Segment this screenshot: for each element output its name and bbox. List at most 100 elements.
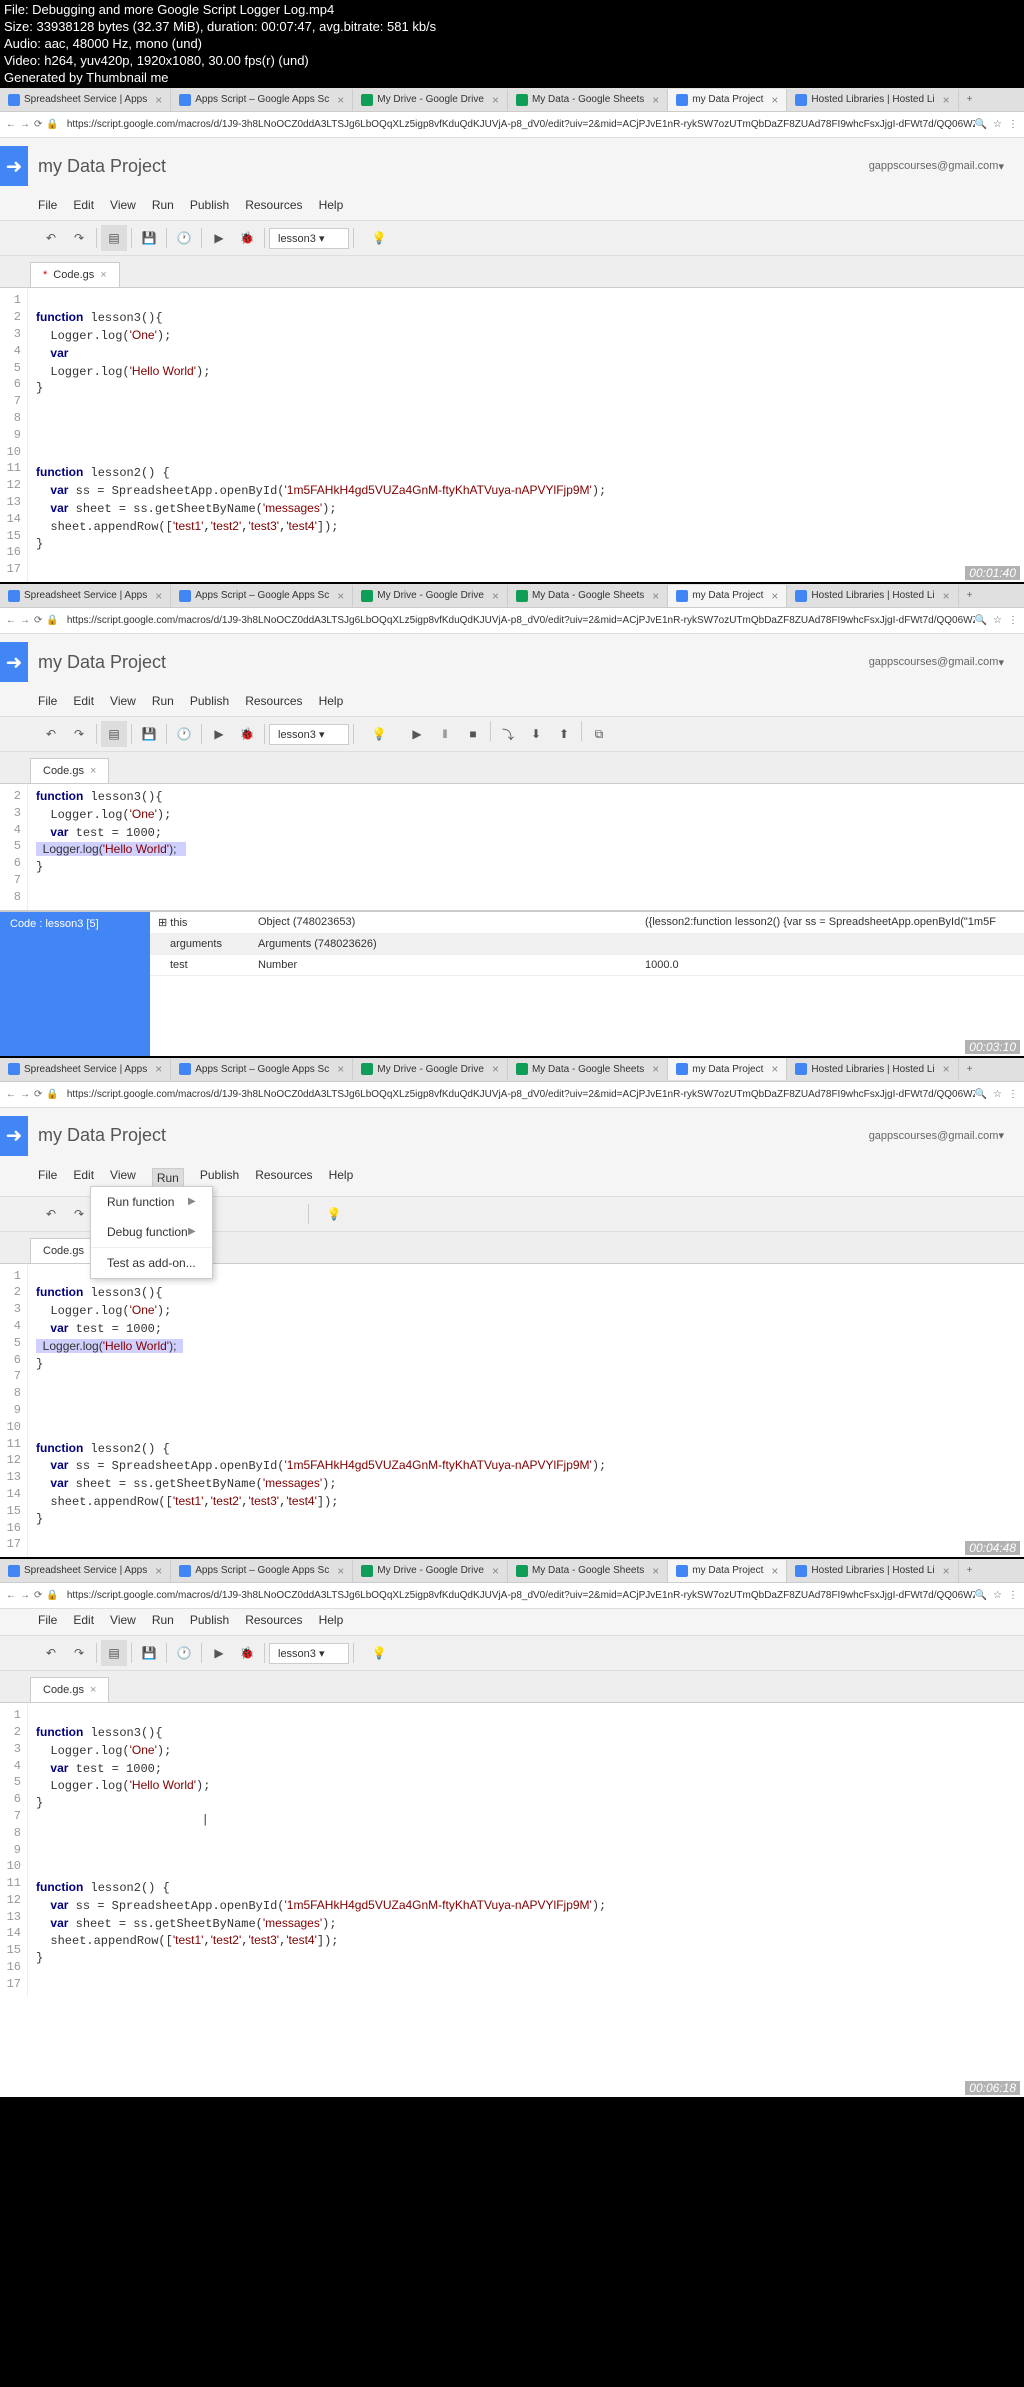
tab-project[interactable]: my Data Project× [668,1560,787,1582]
close-icon[interactable]: × [492,93,499,107]
menu-help[interactable]: Help [319,198,344,212]
menu-help[interactable]: Help [329,1168,354,1188]
account-menu[interactable]: gappscourses@gmail.com ▾ [869,1129,1004,1142]
step-out-icon[interactable]: ⬆ [551,721,577,747]
menu-help[interactable]: Help [319,1613,344,1627]
menu-view[interactable]: View [110,198,136,212]
url-input[interactable]: https://script.google.com/macros/d/1J9-3… [67,615,975,626]
new-tab-button[interactable]: + [959,94,981,105]
star-icon[interactable]: ☆ [993,119,1002,130]
tab-appsscript[interactable]: Apps Script – Google Apps Sc× [171,89,353,111]
menu-publish[interactable]: Publish [190,198,229,212]
undo-icon[interactable]: ↶ [38,1201,64,1227]
reload-icon[interactable]: ⟳ [34,615,42,626]
close-icon[interactable]: × [771,93,778,107]
debug-stack[interactable]: Code : lesson3 [5] [0,912,150,1056]
tab-sheets[interactable]: My Data - Google Sheets× [508,585,668,607]
menu-run[interactable]: Run [152,694,174,708]
tab-sheets[interactable]: My Data - Google Sheets× [508,89,668,111]
tab-sheets[interactable]: My Data - Google Sheets× [508,1560,668,1582]
tab-drive[interactable]: My Drive - Google Drive× [353,1058,508,1080]
reload-icon[interactable]: ⟳ [34,119,42,130]
script-logo-icon[interactable]: ➜ [0,1116,28,1156]
save-icon[interactable]: 💾 [136,1640,162,1666]
function-select[interactable]: lesson3 ▾ [269,724,349,745]
project-title[interactable]: my Data Project [38,156,166,177]
menu-view[interactable]: View [110,694,136,708]
menu-publish[interactable]: Publish [200,1168,239,1188]
back-icon[interactable]: ← [6,119,16,130]
tab-project[interactable]: my Data Project× [668,89,787,111]
run-icon[interactable]: ▶ [206,1640,232,1666]
pause-icon[interactable]: ‖ [432,721,458,747]
account-menu[interactable]: gappscourses@gmail.com ▾ [869,160,1004,173]
file-tab-code[interactable]: Code.gs× [30,1677,109,1702]
url-input[interactable]: https://script.google.com/macros/d/1J9-3… [67,1590,975,1601]
code-content[interactable]: function lesson3(){ Logger.log('One'); v… [28,784,1024,910]
continue-icon[interactable]: ▶ [404,721,430,747]
new-tab-button[interactable]: + [959,1565,981,1576]
code-editor[interactable]: 1234567891011121314151617 function lesso… [0,1703,1024,1997]
run-icon[interactable]: ▶ [206,225,232,251]
redo-icon[interactable]: ↷ [66,225,92,251]
tab-hosted[interactable]: Hosted Libraries | Hosted Li× [787,585,958,607]
project-title[interactable]: my Data Project [38,652,166,673]
account-menu[interactable]: gappscourses@gmail.com ▾ [869,656,1004,669]
test-addon-item[interactable]: Test as add-on... [91,1248,212,1278]
tab-sheets[interactable]: My Data - Google Sheets× [508,1058,668,1080]
url-input[interactable]: https://script.google.com/macros/d/1J9-3… [67,1089,975,1100]
tab-spreadsheet[interactable]: Spreadsheet Service | Apps× [0,1560,171,1582]
clock-icon[interactable]: 🕐 [171,721,197,747]
tab-hosted[interactable]: Hosted Libraries | Hosted Li× [787,89,958,111]
lightbulb-icon[interactable]: 💡 [366,225,392,251]
menu-run[interactable]: Run [152,198,174,212]
redo-icon[interactable]: ↷ [66,1640,92,1666]
layout-icon[interactable]: ⧉ [586,721,612,747]
menu-resources[interactable]: Resources [245,1613,302,1627]
menu-publish[interactable]: Publish [190,694,229,708]
code-content[interactable]: function lesson3(){ Logger.log('One'); v… [28,288,1024,582]
lightbulb-icon[interactable]: 💡 [366,1640,392,1666]
lightbulb-icon[interactable]: 💡 [366,721,392,747]
undo-icon[interactable]: ↶ [38,721,64,747]
lightbulb-icon[interactable]: 💡 [321,1201,347,1227]
menu-view[interactable]: View [110,1613,136,1627]
menu-run[interactable]: Run [152,1613,174,1627]
forward-icon[interactable]: → [20,119,30,130]
script-logo-icon[interactable]: ➜ [0,642,28,682]
back-icon[interactable]: ← [6,615,16,626]
menu-edit[interactable]: Edit [73,198,94,212]
undo-icon[interactable]: ↶ [38,225,64,251]
tab-spreadsheet[interactable]: Spreadsheet Service | Apps× [0,1058,171,1080]
menu-help[interactable]: Help [319,694,344,708]
file-tab-code[interactable]: Code.gs× [30,758,109,783]
debug-function-item[interactable]: Debug function▶ [91,1217,212,1247]
function-select[interactable]: lesson3 ▾ [269,228,349,249]
close-icon[interactable]: × [90,1684,96,1696]
code-editor[interactable]: 1234567891011121314151617 function lesso… [0,288,1024,582]
code-content[interactable]: function lesson3(){ Logger.log('One'); v… [28,1703,1024,1997]
menu-edit[interactable]: Edit [73,1613,94,1627]
search-icon[interactable]: 🔍 [975,119,987,130]
code-content[interactable]: function lesson3(){ Logger.log('One'); v… [28,1264,1024,1558]
project-title[interactable]: my Data Project [38,1125,166,1146]
menu-resources[interactable]: Resources [255,1168,312,1188]
menu-file[interactable]: File [38,1613,57,1627]
url-input[interactable]: https://script.google.com/macros/d/1J9-3… [67,119,975,130]
menu-resources[interactable]: Resources [245,694,302,708]
step-over-icon[interactable]: ⤵ [495,721,521,747]
undo-icon[interactable]: ↶ [38,1640,64,1666]
tab-hosted[interactable]: Hosted Libraries | Hosted Li× [787,1560,958,1582]
menu-file[interactable]: File [38,694,57,708]
save-icon[interactable]: 💾 [136,721,162,747]
clock-icon[interactable]: 🕐 [171,1640,197,1666]
new-tab-button[interactable]: + [959,1064,981,1075]
debug-row[interactable]: arguments Arguments (748023626) [150,934,1024,955]
menu-run[interactable]: Run [152,1168,184,1188]
indent-icon[interactable]: ▤ [101,721,127,747]
menu-edit[interactable]: Edit [73,1168,94,1188]
tab-drive[interactable]: My Drive - Google Drive× [353,1560,508,1582]
forward-icon[interactable]: → [20,615,30,626]
clock-icon[interactable]: 🕐 [171,225,197,251]
menu-file[interactable]: File [38,198,57,212]
